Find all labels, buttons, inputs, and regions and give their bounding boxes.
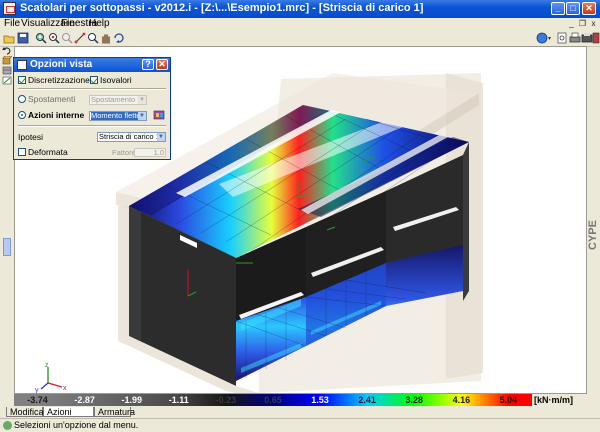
discretizzazione-label: Discretizzazione — [28, 75, 90, 85]
chevron-down-icon: ▼ — [138, 112, 146, 120]
child-minimize-button[interactable]: _ — [567, 19, 576, 28]
dialog-title-bar[interactable]: Opzioni vista ? ✕ — [14, 58, 170, 72]
zoom-icon[interactable] — [87, 32, 99, 44]
axis-triad: z x y — [35, 362, 67, 394]
menu-file[interactable]: File — [4, 18, 20, 30]
title-bar: Scatolari per sottopassi - v2012.i - [Z:… — [0, 0, 600, 18]
dialog-help-button[interactable]: ? — [142, 59, 154, 70]
azioni-interne-select[interactable]: Momento flettente Y ▼ — [89, 111, 147, 121]
separator — [18, 125, 166, 127]
zoom-previous-icon[interactable] — [61, 32, 73, 44]
status-icon — [3, 421, 12, 430]
scale-label: 5.04 — [499, 395, 518, 405]
scale-label: 1.53 — [311, 395, 329, 405]
print-icon[interactable] — [569, 32, 581, 44]
scale-label: 3.28 — [405, 395, 424, 405]
scale-label: 0.65 — [264, 395, 282, 405]
pan-icon[interactable] — [100, 32, 112, 44]
discretizzazione-checkbox[interactable] — [18, 76, 26, 84]
azioni-interne-radio[interactable] — [18, 111, 26, 119]
scale-label: -1.11 — [168, 395, 189, 405]
menu-help[interactable]: Help — [89, 18, 110, 30]
color-scale-bar: -3.74 -2.87 -1.99 -1.11 -0.23 0.65 1.53 2.41 3.2… — [14, 394, 587, 406]
color-legend-icon[interactable] — [153, 109, 166, 121]
maximize-button[interactable]: □ — [566, 2, 580, 15]
print-preview-icon[interactable] — [556, 32, 568, 44]
measure-icon[interactable] — [74, 32, 86, 44]
cype-logo-text: CYPE — [587, 220, 599, 250]
menu-bar: File Visualizzare Finestra Help _ ❐ x — [0, 18, 600, 30]
scale-label: -3.74 — [27, 395, 48, 405]
toolbar — [0, 30, 600, 47]
help-icon[interactable] — [536, 32, 552, 44]
view-3d-icon[interactable] — [2, 55, 13, 65]
zoom-all-icon[interactable] — [48, 32, 60, 44]
isovalori-checkbox[interactable] — [90, 76, 98, 84]
tab-azioni-interne[interactable]: Azioni interne — [43, 407, 94, 427]
fattore-input[interactable]: 1.0 — [134, 148, 166, 157]
status-bar: Selezioni un'opzione dal menu. — [0, 418, 600, 432]
deformata-label: Deformata — [28, 147, 68, 157]
svg-text:y: y — [35, 387, 39, 394]
dialog-icon — [17, 60, 27, 70]
view-plan-icon[interactable] — [2, 66, 12, 75]
window-title: Scatolari per sottopassi - v2012.i - [Z:… — [20, 2, 424, 14]
status-text: Selezioni un'opzione dal menu. — [14, 420, 139, 430]
exit-icon[interactable] — [592, 32, 600, 44]
close-button[interactable]: ✕ — [582, 2, 596, 15]
spostamenti-label: Spostamenti — [28, 94, 76, 104]
spostamenti-radio[interactable] — [18, 95, 26, 103]
rotate-icon[interactable] — [113, 32, 125, 44]
scale-unit: [kN·m/m] — [534, 395, 574, 405]
spostamenti-select-value: Spostamento X — [91, 95, 143, 104]
azioni-interne-label: Azioni interne — [28, 110, 85, 120]
save-icon[interactable] — [17, 32, 29, 44]
deformata-checkbox[interactable] — [18, 148, 26, 156]
undo-icon[interactable] — [2, 46, 12, 55]
panel-splitter-handle[interactable] — [3, 238, 11, 256]
tab-armatura[interactable]: Armatura — [94, 407, 135, 417]
svg-text:x: x — [63, 385, 67, 392]
isovalori-label: Isovalori — [100, 75, 132, 85]
child-restore-button[interactable]: ❐ — [578, 19, 587, 28]
spostamenti-select[interactable]: Spostamento X ▼ — [89, 95, 147, 105]
ipotesi-select-value: Striscia di carico 1 — [99, 132, 160, 141]
left-toolbar — [0, 46, 14, 256]
minimize-button[interactable]: _ — [551, 2, 565, 15]
cype-logo: CYPE — [586, 190, 599, 250]
dialog-close-button[interactable]: ✕ — [156, 59, 168, 70]
ipotesi-select[interactable]: Striscia di carico 1 ▼ — [97, 132, 166, 142]
child-close-button[interactable]: x — [589, 19, 598, 28]
scale-label: 2.41 — [358, 395, 376, 405]
view-tabs: Modifica Azioni interne Armatura — [0, 407, 600, 427]
view-section-icon[interactable] — [2, 76, 12, 85]
fattore-label: Fattore — [112, 148, 136, 157]
scale-label: 4.16 — [452, 395, 471, 405]
ipotesi-label: Ipotesi — [18, 132, 44, 142]
svg-text:z: z — [45, 362, 49, 369]
dialog-title: Opzioni vista — [30, 59, 93, 70]
scale-label: -1.99 — [121, 395, 142, 405]
scale-label: -2.87 — [74, 395, 95, 405]
zoom-window-icon[interactable] — [35, 32, 47, 44]
open-icon[interactable] — [3, 32, 15, 44]
scale-label: -0.23 — [215, 395, 237, 405]
view-options-dialog: Opzioni vista ? ✕ Discretizzazione Isova… — [13, 57, 171, 160]
separator — [18, 88, 166, 90]
chevron-down-icon: ▼ — [157, 133, 165, 141]
chevron-down-icon: ▼ — [138, 96, 146, 104]
app-icon[interactable] — [3, 2, 16, 15]
tab-modifica[interactable]: Modifica — [6, 407, 44, 417]
